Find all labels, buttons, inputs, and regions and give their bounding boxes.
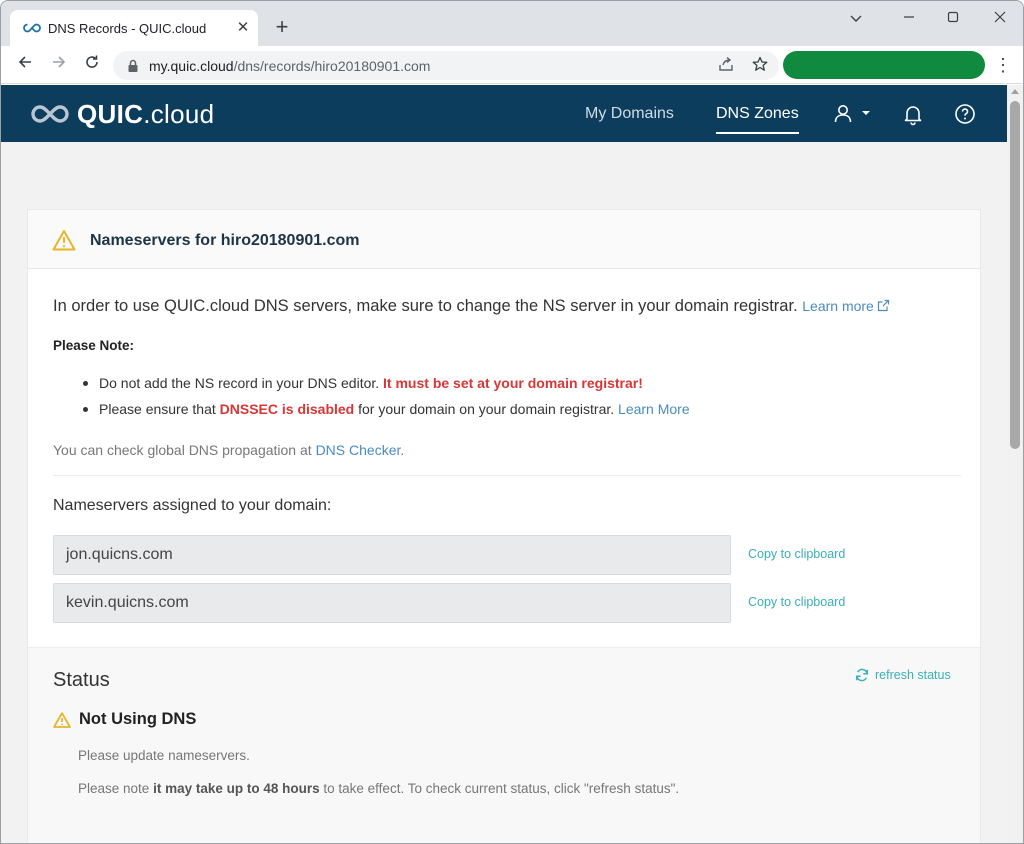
browser-menu-icon[interactable]: ⋮ (994, 54, 1012, 76)
reload-icon[interactable] (81, 54, 103, 76)
logo-text: QUIC.cloud (77, 98, 215, 129)
quic-cloud-favicon-icon (23, 23, 41, 33)
status-heading: Status (53, 669, 110, 691)
address-bar[interactable]: my.quic.cloud/dns/records/hiro20180901.c… (113, 51, 779, 80)
warning-icon (52, 230, 76, 251)
browser-tab[interactable]: DNS Records - QUIC.cloud ✕ (10, 10, 258, 46)
page-content: Nameservers for hiro20180901.com In orde… (1, 142, 1007, 843)
card-header: Nameservers for hiro20180901.com (28, 210, 980, 269)
back-icon[interactable] (14, 54, 36, 76)
quic-cloud-logo[interactable]: QUIC.cloud (29, 99, 214, 129)
lock-icon[interactable] (125, 58, 141, 74)
nav-dns-zones[interactable]: DNS Zones (716, 105, 799, 134)
nameservers-heading: Nameservers assigned to your domain: (53, 497, 332, 514)
divider (53, 475, 961, 476)
share-icon[interactable] (717, 56, 735, 74)
dns-checker-link[interactable]: DNS Checker (316, 442, 401, 458)
quic-cloud-logo-icon (31, 105, 69, 123)
card-title: Nameservers for hiro20180901.com (90, 232, 360, 249)
propagation-text: You can check global DNS propagation at … (53, 442, 405, 458)
new-tab-icon[interactable]: + (271, 16, 293, 39)
user-menu-button[interactable] (833, 102, 873, 126)
forward-icon[interactable] (48, 54, 70, 76)
intro-text: In order to use QUIC.cloud DNS servers, … (53, 297, 890, 316)
refresh-icon (855, 668, 869, 682)
external-link-icon (877, 299, 889, 312)
nameserver-field[interactable]: kevin.quicns.com (53, 583, 731, 623)
browser-window: DNS Records - QUIC.cloud ✕ + my.quic.clo… (0, 0, 1024, 844)
bookmark-star-icon[interactable] (751, 56, 769, 74)
tab-search-icon[interactable] (841, 7, 871, 29)
warning-icon (53, 712, 71, 728)
scroll-up-arrow-icon[interactable] (1011, 89, 1019, 94)
browser-toolbar: my.quic.cloud/dns/records/hiro20180901.c… (1, 46, 1023, 84)
close-tab-icon[interactable]: ✕ (234, 19, 252, 37)
nav-my-domains[interactable]: My Domains (585, 105, 674, 123)
profile-button[interactable] (783, 51, 985, 79)
help-icon[interactable] (953, 102, 977, 126)
maximize-icon[interactable] (938, 7, 968, 29)
tab-strip: DNS Records - QUIC.cloud ✕ + (1, 1, 1023, 46)
url-text: my.quic.cloud/dns/records/hiro20180901.c… (149, 58, 431, 74)
tab-title: DNS Records - QUIC.cloud (48, 21, 207, 36)
minimize-icon[interactable] (894, 7, 924, 29)
status-note: Please note it may take up to 48 hours t… (78, 781, 680, 796)
note-item: Do not add the NS record in your DNS edi… (53, 370, 690, 396)
note-item: Please ensure that DNSSEC is disabled fo… (53, 396, 690, 422)
status-message: Please update nameservers. (78, 748, 250, 763)
nameserver-field[interactable]: jon.quicns.com (53, 535, 731, 575)
note-list: Do not add the NS record in your DNS edi… (53, 370, 690, 422)
site-navbar: QUIC.cloud My Domains DNS Zones (1, 85, 1007, 142)
copy-to-clipboard-link[interactable]: Copy to clipboard (748, 595, 845, 609)
learn-more-link[interactable]: Learn more (802, 298, 890, 314)
status-section: Status refresh status Not Using DNS Plea… (28, 647, 980, 843)
note-heading: Please Note: (53, 338, 135, 353)
bell-icon[interactable] (901, 102, 925, 126)
page-scrollbar[interactable] (1007, 85, 1023, 843)
dnssec-learn-more-link[interactable]: Learn More (618, 401, 690, 417)
refresh-status-button[interactable]: refresh status (855, 668, 951, 682)
user-icon (834, 105, 870, 123)
copy-to-clipboard-link[interactable]: Copy to clipboard (748, 547, 845, 561)
nameservers-card: Nameservers for hiro20180901.com In orde… (27, 209, 981, 843)
status-state: Not Using DNS (79, 710, 197, 728)
window-close-icon[interactable] (985, 7, 1015, 29)
scroll-thumb[interactable] (1010, 101, 1020, 449)
